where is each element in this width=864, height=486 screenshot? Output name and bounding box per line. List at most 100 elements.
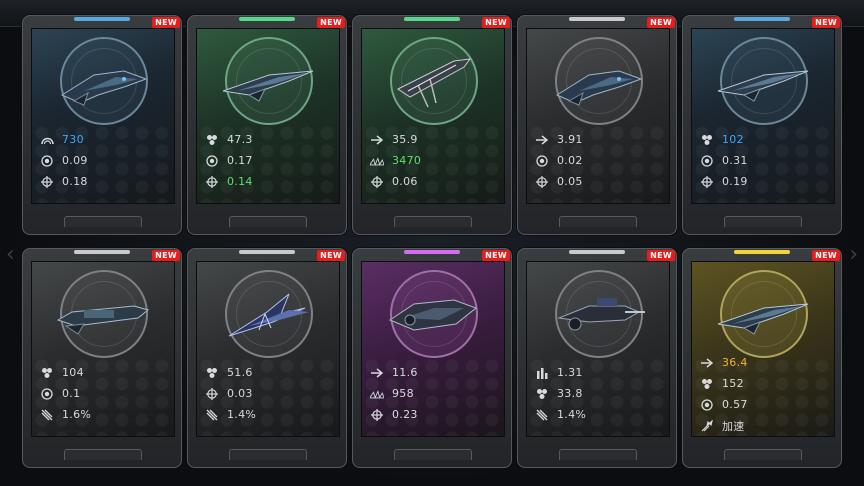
stat-value: 0.02 xyxy=(557,154,583,167)
stat-row: 1.4% xyxy=(535,404,665,425)
gunship-icon xyxy=(557,298,645,331)
card-panel: 51.6 0.03 1.4% xyxy=(196,261,340,437)
card-footer-slot xyxy=(394,449,472,460)
stat-value: 1.4% xyxy=(227,408,257,421)
stat-row: 0.03 xyxy=(205,383,335,404)
stat-value: 0.18 xyxy=(62,175,88,188)
assault-ship-icon xyxy=(60,70,148,106)
stat-row: 730 xyxy=(40,129,170,150)
prev-page-chevron-icon[interactable]: ‹ xyxy=(6,242,15,267)
rarity-indicator xyxy=(404,17,460,21)
stat-value: 104 xyxy=(62,366,84,379)
speed-icon xyxy=(370,133,384,147)
weapon-card-7[interactable]: 51.6 0.03 1.4% NEW xyxy=(187,248,347,468)
card-footer-slot xyxy=(724,449,802,460)
stat-value: 3.91 xyxy=(557,133,583,146)
new-badge: NEW xyxy=(647,250,675,261)
stat-row: 152 xyxy=(700,373,830,394)
card-footer-slot xyxy=(229,216,307,227)
weapon-card-8[interactable]: 11.6 958 0.23 NEW xyxy=(352,248,512,468)
new-badge: NEW xyxy=(482,17,510,28)
heavy-ship-icon xyxy=(388,299,478,331)
assault-ship-icon xyxy=(555,70,643,106)
stat-value: 0.05 xyxy=(557,175,583,188)
stat-value: 0.19 xyxy=(722,175,748,188)
weapon-card-9[interactable]: 1.31 33.8 1.4% NEW xyxy=(517,248,677,468)
accuracy-icon xyxy=(205,387,219,401)
stat-row: 0.09 xyxy=(40,150,170,171)
weapon-card-5[interactable]: 102 0.31 0.19 NEW xyxy=(682,15,842,235)
stat-row: 0.05 xyxy=(535,171,665,192)
speed-icon xyxy=(370,366,384,380)
fire-rate-icon xyxy=(535,154,549,168)
fire-rate-icon xyxy=(40,154,54,168)
stat-value: 152 xyxy=(722,377,744,390)
stat-row: 33.8 xyxy=(535,383,665,404)
stat-value: 0.23 xyxy=(392,408,418,421)
range-icon xyxy=(370,154,384,168)
stat-row: 0.31 xyxy=(700,150,830,171)
card-footer-slot xyxy=(394,216,472,227)
stat-value: 51.6 xyxy=(227,366,253,379)
stat-row: 0.57 xyxy=(700,394,830,415)
rarity-indicator xyxy=(404,250,460,254)
stat-value: 0.14 xyxy=(227,175,253,188)
stat-list: 3.91 0.02 0.05 xyxy=(535,129,665,192)
card-footer-slot xyxy=(559,216,637,227)
weapon-card-1[interactable]: 730 0.09 0.18 NEW xyxy=(22,15,182,235)
stat-value: 1.31 xyxy=(557,366,583,379)
stat-value: 0.31 xyxy=(722,154,748,167)
stat-value: 47.3 xyxy=(227,133,253,146)
stat-value: 35.9 xyxy=(392,133,418,146)
range-icon xyxy=(370,387,384,401)
stat-value: 730 xyxy=(62,133,84,146)
weapon-card-4[interactable]: 3.91 0.02 0.05 NEW xyxy=(517,15,677,235)
card-panel: 1.31 33.8 1.4% xyxy=(526,261,670,437)
boost-icon xyxy=(700,419,714,433)
rarity-indicator xyxy=(569,250,625,254)
rarity-indicator xyxy=(569,17,625,21)
next-page-chevron-icon[interactable]: › xyxy=(849,242,858,267)
stat-row: 0.19 xyxy=(700,171,830,192)
speed-icon xyxy=(535,133,549,147)
stat-row: 36.4 xyxy=(700,352,830,373)
stat-row: 0.17 xyxy=(205,150,335,171)
stat-value: 0.09 xyxy=(62,154,88,167)
stat-row: 0.18 xyxy=(40,171,170,192)
stat-row: 0.14 xyxy=(205,171,335,192)
new-badge: NEW xyxy=(812,17,840,28)
accuracy-icon xyxy=(40,175,54,189)
stat-value: 36.4 xyxy=(722,356,748,369)
accuracy-icon xyxy=(700,175,714,189)
card-footer-slot xyxy=(559,449,637,460)
accuracy-icon xyxy=(535,175,549,189)
stat-row: 1.6% xyxy=(40,404,170,425)
stat-row: 51.6 xyxy=(205,362,335,383)
fire-rate-icon xyxy=(40,387,54,401)
card-footer-slot xyxy=(229,449,307,460)
weapon-card-3[interactable]: 35.9 3470 0.06 NEW xyxy=(352,15,512,235)
new-badge: NEW xyxy=(152,17,180,28)
stat-list: 11.6 958 0.23 xyxy=(370,362,500,425)
stat-list: 47.3 0.17 0.14 xyxy=(205,129,335,192)
stat-value: 33.8 xyxy=(557,387,583,400)
stat-row: 958 xyxy=(370,383,500,404)
blade-ship-icon xyxy=(717,70,809,102)
stat-row: 47.3 xyxy=(205,129,335,150)
stat-row: 加速 xyxy=(700,415,830,436)
rarity-indicator xyxy=(74,17,130,21)
new-badge: NEW xyxy=(317,250,345,261)
stat-row: 0.1 xyxy=(40,383,170,404)
damage-icon xyxy=(700,377,714,391)
stat-list: 1.31 33.8 1.4% xyxy=(535,362,665,425)
stat-value: 0.03 xyxy=(227,387,253,400)
weapon-card-2[interactable]: 47.3 0.17 0.14 NEW xyxy=(187,15,347,235)
weapon-card-6[interactable]: 104 0.1 1.6% NEW xyxy=(22,248,182,468)
card-panel: 102 0.31 0.19 xyxy=(691,28,835,204)
new-badge: NEW xyxy=(647,17,675,28)
stat-row: 0.23 xyxy=(370,404,500,425)
rarity-indicator xyxy=(74,250,130,254)
crit-icon xyxy=(535,408,549,422)
accuracy-icon xyxy=(370,408,384,422)
weapon-card-10[interactable]: 36.4 152 0.57 加速 NEW xyxy=(682,248,842,468)
